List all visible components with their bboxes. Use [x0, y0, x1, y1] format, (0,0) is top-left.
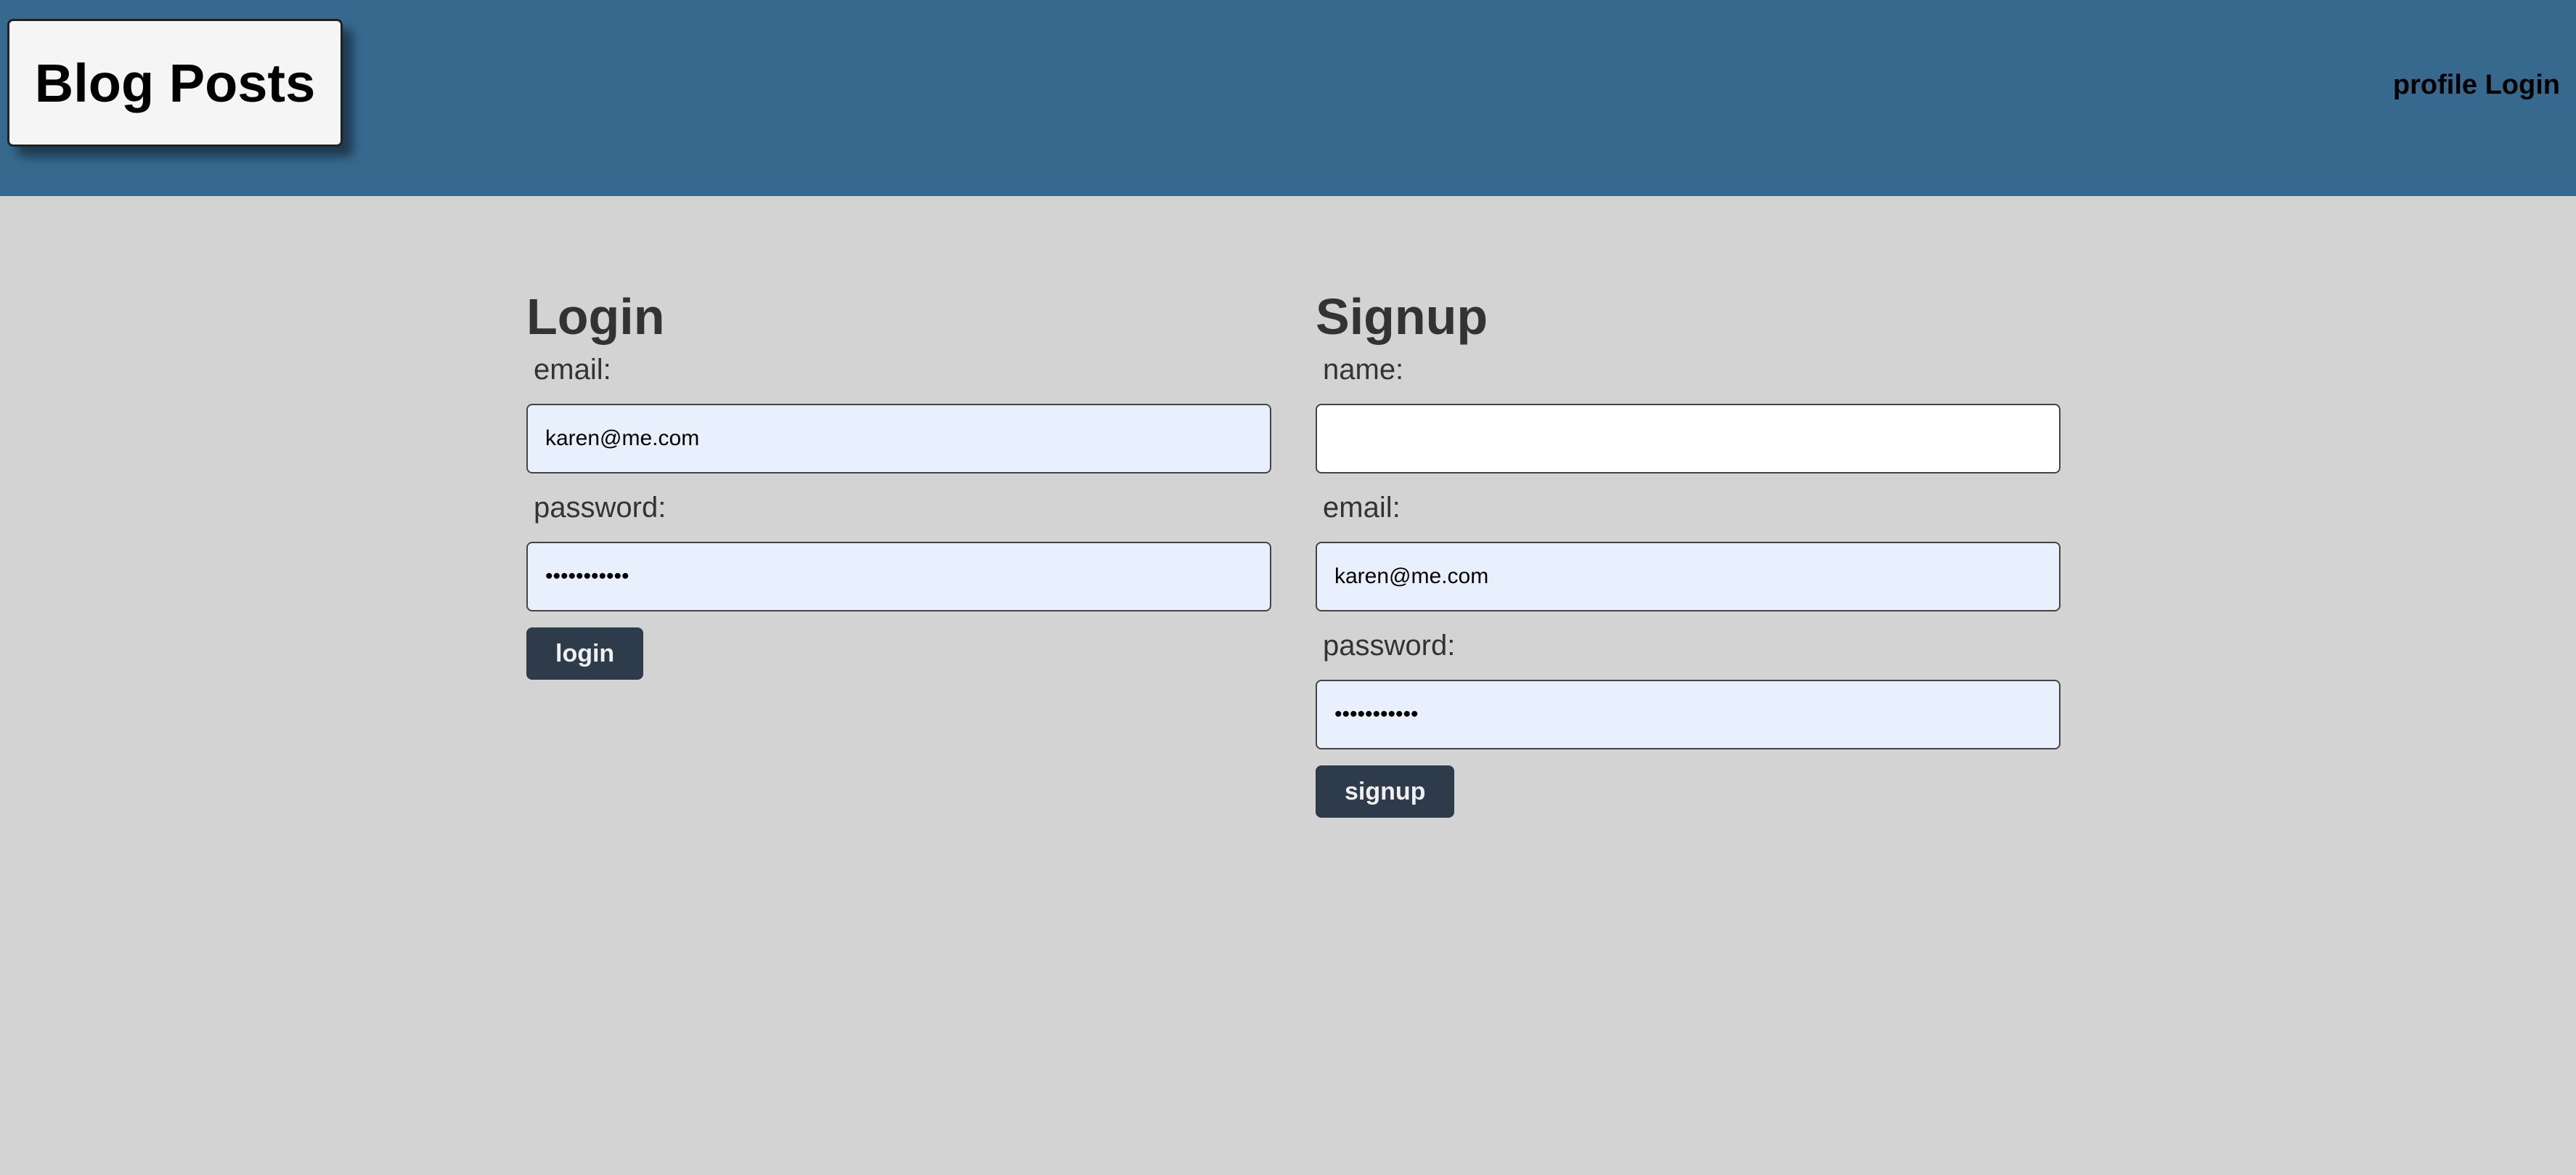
- login-email-input[interactable]: [526, 404, 1271, 473]
- login-form: Login email: password: login: [526, 290, 1271, 680]
- signup-name-label: name:: [1323, 354, 1404, 386]
- blog-posts-title[interactable]: Blog Posts: [7, 19, 343, 147]
- signup-password-input[interactable]: [1316, 680, 2061, 749]
- signup-password-label: password:: [1323, 630, 1456, 662]
- nav-profile-link[interactable]: profile: [2393, 70, 2477, 100]
- signup-form: Signup name: email: password: signup: [1316, 290, 2061, 818]
- signup-heading: Signup: [1316, 288, 1488, 345]
- nav-login-link[interactable]: Login: [2485, 70, 2560, 100]
- signup-email-input[interactable]: [1316, 542, 2061, 611]
- header-nav: profile Login: [2393, 70, 2560, 101]
- signup-name-input[interactable]: [1316, 404, 2061, 473]
- login-heading: Login: [526, 288, 665, 345]
- signup-button[interactable]: signup: [1316, 765, 1455, 818]
- login-button[interactable]: login: [526, 627, 644, 680]
- login-email-label: email:: [534, 354, 611, 386]
- login-password-input[interactable]: [526, 542, 1271, 611]
- site-header: Blog Posts profile Login: [0, 0, 2576, 196]
- login-password-label: password:: [534, 492, 667, 524]
- signup-email-label: email:: [1323, 492, 1401, 524]
